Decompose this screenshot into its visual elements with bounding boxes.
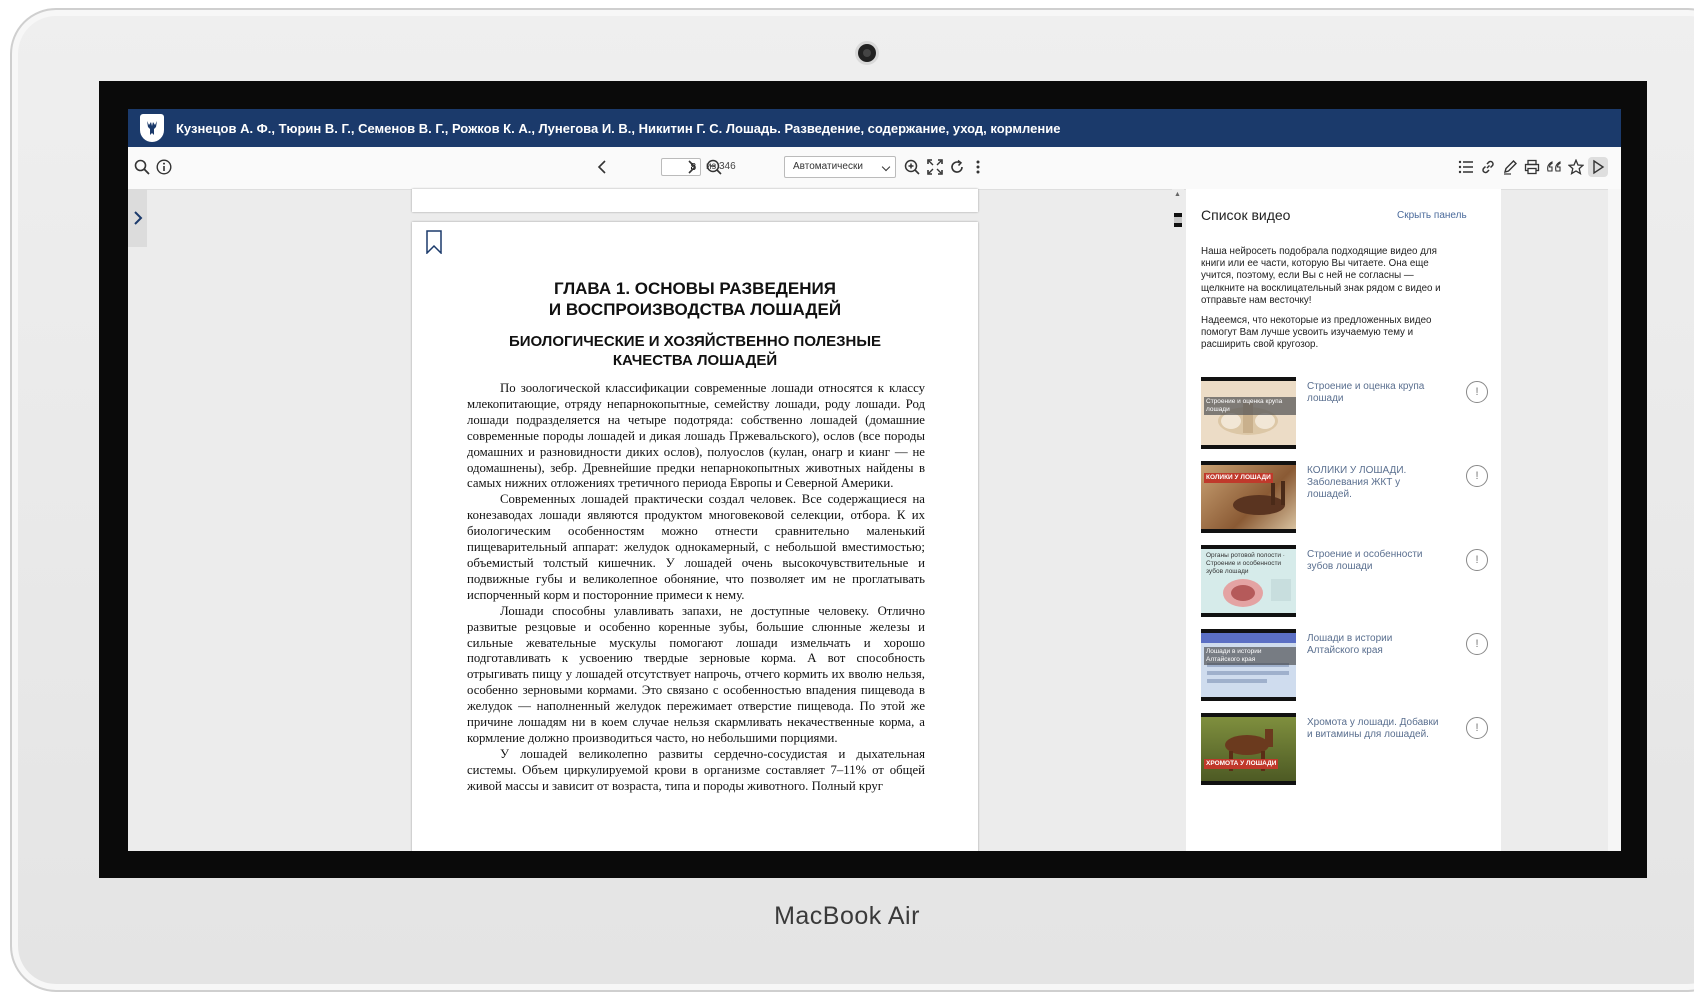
video-thumbnail[interactable]: Строение и оценка крупа лошади [1201,377,1296,449]
document-scrollbar[interactable]: ▲ [1172,189,1184,851]
device-label: MacBook Air [774,902,920,930]
video-thumbnail[interactable]: Органы ротовой полости · Строение и особ… [1201,545,1296,617]
contents-icon[interactable] [1456,157,1476,177]
chapter-title-line: ГЛАВА 1. ОСНОВЫ РАЗВЕДЕНИЯ [554,279,836,298]
next-page-button[interactable] [682,157,702,177]
video-item[interactable]: КОЛИКИ У ЛОШАДИ КОЛИКИ У ЛОШАДИ. Заболев… [1201,461,1491,533]
previous-page [412,189,978,212]
video-title[interactable]: Лошади в истории Алтайского края [1307,633,1439,657]
report-video-button[interactable]: ! [1466,381,1488,403]
video-title[interactable]: Строение и оценка крупа лошади [1307,381,1439,405]
scroll-thumb[interactable] [1174,213,1182,227]
horse-illustration-icon [1225,729,1273,771]
hide-panel-link[interactable]: Скрыть панель [1397,210,1467,221]
thumbnail-caption: КОЛИКИ У ЛОШАДИ [1204,473,1273,483]
video-item[interactable]: ХРОМОТА У ЛОШАДИ Хромота у лошади. Добав… [1201,713,1491,785]
reader-screen: Кузнецов А. Ф., Тюрин В. Г., Семенов В. … [128,109,1621,851]
section-title: БИОЛОГИЧЕСКИЕ И ХОЗЯЙСТВЕННО ПОЛЕЗНЫЕ КА… [412,332,978,370]
title-bar: Кузнецов А. Ф., Тюрин В. Г., Семенов В. … [128,109,1621,147]
video-thumbnail[interactable]: ХРОМОТА У ЛОШАДИ [1201,713,1296,785]
slide-illustration-icon [1201,633,1296,683]
search-icon[interactable] [132,157,152,177]
video-item[interactable]: Лошади в истории Алтайского края Лошади … [1201,629,1491,701]
report-video-button[interactable]: ! [1466,633,1488,655]
paragraph: У лошадей великолепно развиты сердечно-с… [467,746,925,793]
intro-paragraph: Наша нейросеть подобрала подходящие виде… [1201,246,1441,306]
zoom-in-icon[interactable] [902,157,922,177]
video-panel: Список видео Скрыть панель Наша нейросет… [1186,189,1501,851]
paragraph: По зоологической классификации современн… [467,381,925,491]
deer-shield-logo[interactable] [140,114,164,142]
video-item[interactable]: Строение и оценка крупа лошади Строение … [1201,377,1491,449]
info-icon[interactable] [154,157,174,177]
quote-icon[interactable] [1544,157,1564,177]
paragraph: Современных лошадей практически создал ч… [467,492,925,602]
rotate-icon[interactable] [947,157,967,177]
bookmark-icon[interactable] [426,230,442,254]
thumbnail-caption: ХРОМОТА У ЛОШАДИ [1204,759,1279,769]
video-item[interactable]: Органы ротовой полости · Строение и особ… [1201,545,1491,617]
star-icon[interactable] [1566,157,1586,177]
pen-icon[interactable] [1500,157,1520,177]
video-title[interactable]: КОЛИКИ У ЛОШАДИ. Заболевания ЖКТ у лошад… [1307,465,1439,501]
prev-page-button[interactable] [592,157,612,177]
intro-paragraph: Надеемся, что некоторые из предложенных … [1201,315,1432,351]
sidebar-toggle[interactable] [128,189,147,247]
zoom-out-icon[interactable] [704,157,724,177]
camera-icon [858,44,876,62]
video-panel-title: Список видео [1201,207,1291,223]
page-body-text: По зоологической классификации современн… [467,381,925,795]
video-thumbnail[interactable]: Лошади в истории Алтайского края [1201,629,1296,701]
play-icon[interactable] [1588,157,1608,177]
report-video-button[interactable]: ! [1466,549,1488,571]
reader-toolbar: из 346 Автоматически [128,147,1621,190]
book-title: Кузнецов А. Ф., Тюрин В. Г., Семенов В. … [176,120,1061,136]
chapter-title: ГЛАВА 1. ОСНОВЫ РАЗВЕДЕНИЯ И ВОСПРОИЗВОД… [412,278,978,320]
section-title-line: КАЧЕСТВА ЛОШАДЕЙ [612,352,778,369]
report-video-button[interactable]: ! [1466,465,1488,487]
thumbnail-caption: Лошади в истории Алтайского края [1204,647,1296,665]
video-title[interactable]: Хромота у лошади. Добавки и витамины для… [1307,717,1439,741]
report-video-button[interactable]: ! [1466,717,1488,739]
thumbnail-caption: Органы ротовой полости · Строение и особ… [1206,552,1285,575]
paragraph: Лошади способны улавливать запахи, не до… [467,603,925,745]
print-icon[interactable] [1522,157,1542,177]
video-thumbnail[interactable]: КОЛИКИ У ЛОШАДИ [1201,461,1296,533]
scroll-up-icon[interactable]: ▲ [1174,191,1181,198]
video-panel-intro: Наша нейросеть подобрала подходящие виде… [1201,246,1449,360]
panel-scrollbar[interactable] [1608,189,1621,851]
zoom-select[interactable]: Автоматически [784,156,896,178]
fullscreen-icon[interactable] [925,157,945,177]
document-page: ГЛАВА 1. ОСНОВЫ РАЗВЕДЕНИЯ И ВОСПРОИЗВОД… [412,222,978,851]
link-icon[interactable] [1478,157,1498,177]
thumbnail-caption: Строение и оценка крупа лошади [1204,397,1296,415]
more-menu-icon[interactable] [968,157,988,177]
chapter-title-line: И ВОСПРОИЗВОДСТВА ЛОШАДЕЙ [548,300,842,319]
video-title[interactable]: Строение и особенности зубов лошади [1307,549,1439,573]
section-title-line: БИОЛОГИЧЕСКИЕ И ХОЗЯЙСТВЕННО ПОЛЕЗНЫЕ [508,333,882,350]
